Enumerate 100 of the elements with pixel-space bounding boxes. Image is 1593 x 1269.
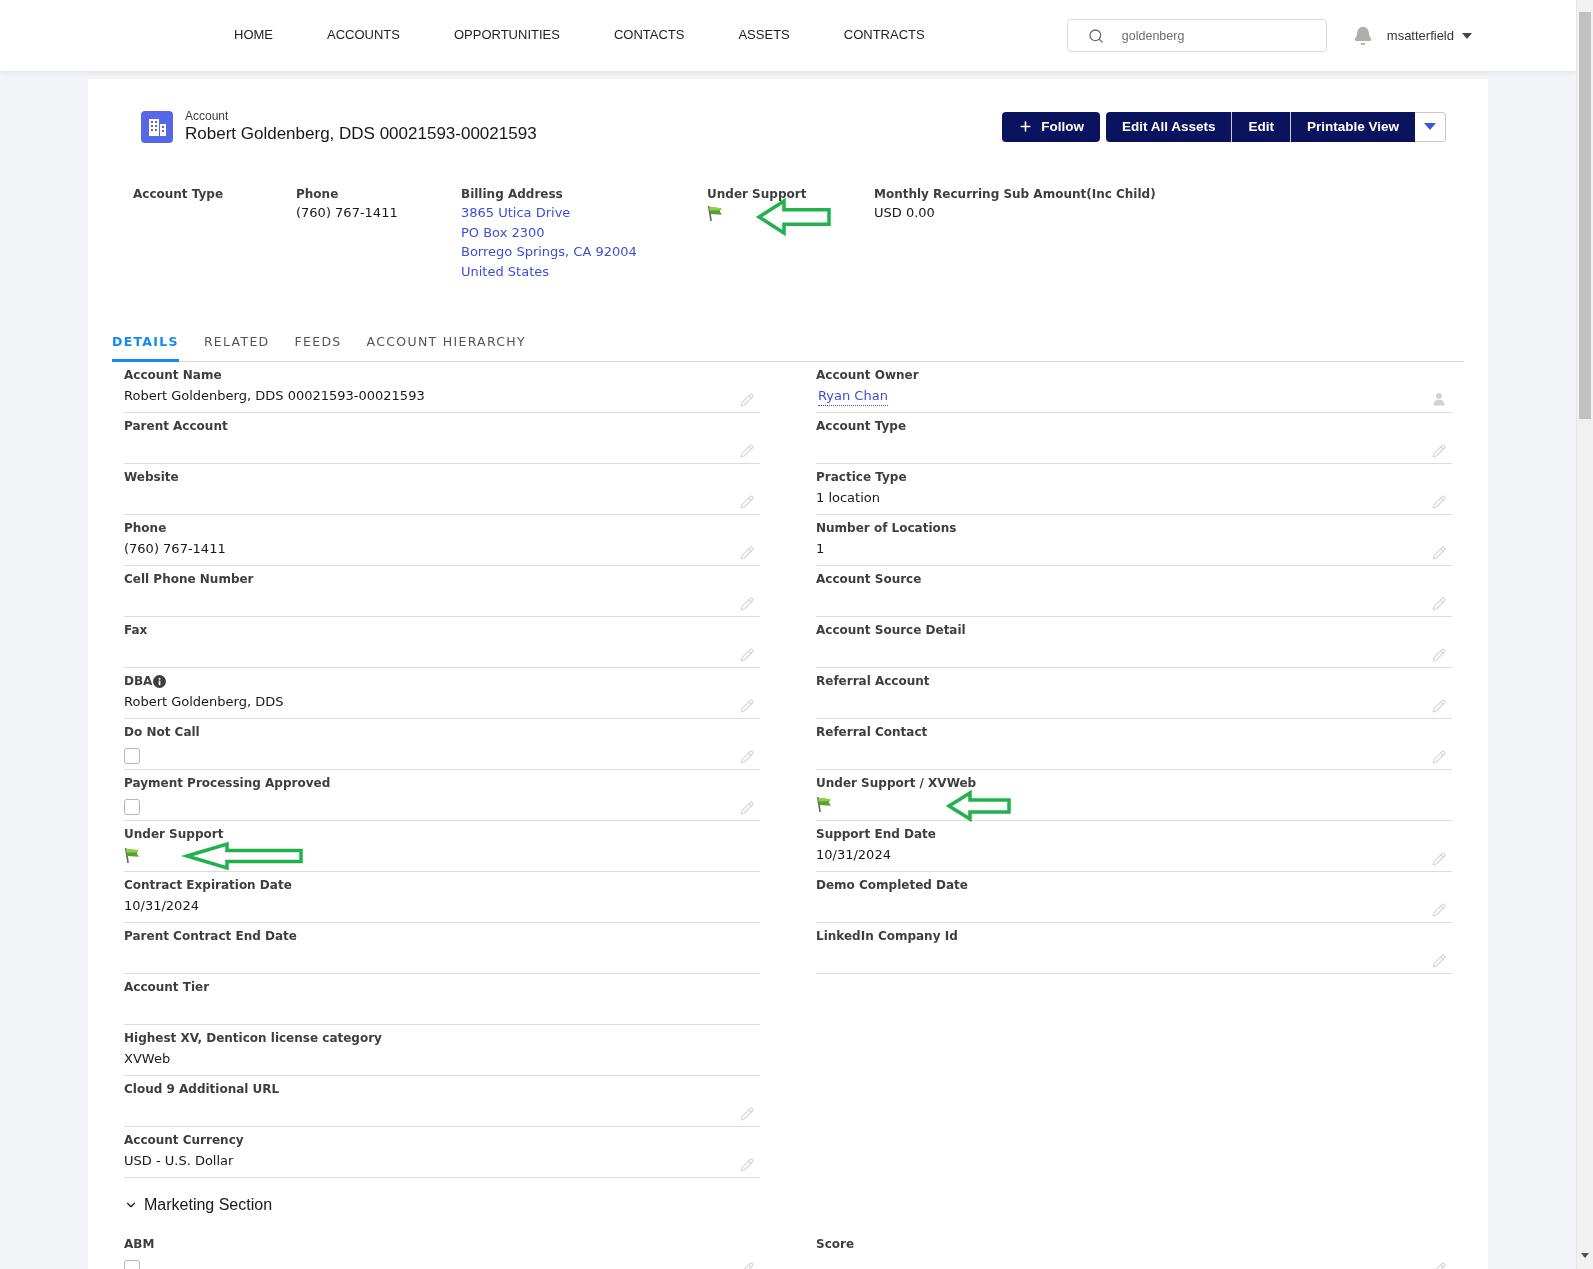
field-label: Practice Type: [816, 469, 907, 485]
field-label: LinkedIn Company Id: [816, 928, 958, 944]
nav-link[interactable]: CONTACTS: [613, 23, 685, 48]
pencil-icon[interactable]: [1432, 750, 1446, 764]
pencil-icon[interactable]: [1432, 648, 1446, 662]
nav-link[interactable]: CONTRACTS: [843, 23, 925, 48]
field-label: ABM: [124, 1236, 155, 1252]
pencil-icon[interactable]: [1432, 852, 1446, 866]
field-value: 10/31/2024: [816, 846, 891, 864]
field-label: Support End Date: [816, 826, 936, 842]
field-label: Account Source: [816, 571, 922, 587]
tab[interactable]: DETAILS: [112, 321, 179, 362]
nav-link[interactable]: HOME: [234, 23, 273, 48]
field-value: 10/31/2024: [124, 897, 199, 915]
info-icon[interactable]: [153, 674, 167, 688]
highlight-value: (760) 767-1411: [296, 204, 398, 222]
field-label: Demo Completed Date: [816, 877, 968, 893]
field-label: DBA: [124, 673, 153, 689]
more-actions-button[interactable]: [1415, 111, 1446, 142]
scrollbar[interactable]: [1576, 0, 1593, 1269]
record-title: Robert Goldenberg, DDS 00021593-00021593: [185, 123, 537, 144]
nav-link[interactable]: ASSETS: [738, 23, 790, 48]
address-link[interactable]: 3865 Utica Drive PO Box 2300 Borrego Springs, CA 92004 United States: [461, 203, 637, 281]
action-button[interactable]: Printable View: [1289, 111, 1415, 142]
highlight-label: Billing Address: [461, 186, 563, 203]
highlight-label: Under Support: [707, 186, 807, 203]
tab[interactable]: FEEDS: [294, 321, 342, 362]
field-label: Highest XV, Denticon license category: [124, 1030, 382, 1046]
section-header[interactable]: Marketing Section: [124, 1194, 273, 1216]
search-icon: [1087, 28, 1104, 44]
field-label: Account Tier: [124, 979, 210, 995]
record-type-label: Account: [185, 109, 230, 123]
pencil-icon[interactable]: [740, 495, 754, 509]
field-label: Cell Phone Number: [124, 571, 254, 587]
field-value: 1 location: [816, 489, 880, 507]
highlight-label: Account Type: [133, 186, 224, 203]
pencil-icon[interactable]: [740, 597, 754, 611]
field-label: Do Not Call: [124, 724, 200, 740]
field-label: Phone: [124, 520, 167, 536]
pencil-icon[interactable]: [1432, 597, 1446, 611]
highlight-label: Phone: [296, 186, 339, 203]
pencil-icon[interactable]: [1432, 699, 1446, 713]
field-value: Robert Goldenberg, DDS: [124, 693, 284, 711]
notification-bell-icon[interactable]: [1352, 25, 1373, 46]
field-label: Fax: [124, 622, 148, 638]
pencil-icon[interactable]: [740, 801, 754, 815]
pencil-icon[interactable]: [740, 393, 754, 407]
follow-button[interactable]: Follow: [1002, 111, 1100, 142]
scrollbar-thumb[interactable]: [1579, 12, 1591, 419]
caret-icon: [1462, 32, 1472, 39]
pencil-icon[interactable]: [740, 1158, 754, 1172]
field-label: Referral Account: [816, 673, 930, 689]
highlight-label: Monthly Recurring Sub Amount(Inc Child): [874, 186, 1156, 203]
nav-link[interactable]: OPPORTUNITIES: [453, 23, 560, 48]
field-label: Account Owner: [816, 367, 919, 383]
field-value: XVWeb: [124, 1050, 171, 1068]
checkbox[interactable]: [124, 748, 140, 764]
action-button[interactable]: Edit All Assets: [1105, 111, 1232, 142]
field-label: Parent Contract End Date: [124, 928, 297, 944]
pencil-icon[interactable]: [740, 648, 754, 662]
owner-link[interactable]: Ryan Chan: [818, 386, 888, 406]
pencil-icon[interactable]: [740, 444, 754, 458]
search-field[interactable]: goldenberg: [1066, 19, 1327, 52]
pencil-icon[interactable]: [1432, 495, 1446, 509]
person-icon[interactable]: [1433, 392, 1446, 406]
action-button[interactable]: Edit: [1231, 111, 1290, 142]
field-label: Cloud 9 Additional URL: [124, 1081, 280, 1097]
field-value: USD - U.S. Dollar: [124, 1152, 234, 1170]
field-label: Referral Contact: [816, 724, 928, 740]
field-label: Contract Expiration Date: [124, 877, 292, 893]
pencil-icon[interactable]: [740, 546, 754, 560]
nav-link[interactable]: ACCOUNTS: [327, 23, 400, 48]
pencil-icon[interactable]: [1432, 903, 1446, 917]
pencil-icon[interactable]: [740, 750, 754, 764]
field-label: Account Source Detail: [816, 622, 966, 638]
field-value: (760) 767-1411: [124, 540, 226, 558]
tab[interactable]: ACCOUNT HIERARCHY: [366, 321, 526, 362]
highlight-value: USD 0.00: [874, 204, 935, 222]
scroll-down-icon[interactable]: [1581, 1253, 1589, 1258]
pencil-icon[interactable]: [1432, 546, 1446, 560]
field-label: Parent Account: [124, 418, 228, 434]
field-label: Account Type: [816, 418, 907, 434]
pencil-icon[interactable]: [740, 699, 754, 713]
caret-icon: [1424, 123, 1436, 130]
field-value: Robert Goldenberg, DDS 00021593-00021593: [124, 387, 425, 405]
field-label: Payment Processing Approved: [124, 775, 331, 791]
field-value: 1: [816, 540, 825, 558]
pencil-icon[interactable]: [1432, 954, 1446, 968]
field-label: Under Support: [124, 826, 224, 842]
plus-icon: [1018, 119, 1034, 134]
checkbox[interactable]: [124, 799, 140, 815]
building-icon: [141, 110, 173, 143]
pencil-icon[interactable]: [740, 1107, 754, 1121]
tab[interactable]: RELATED: [203, 321, 270, 362]
field-label: Score: [816, 1236, 855, 1252]
pencil-icon[interactable]: [1432, 444, 1446, 458]
field-label: Under Support / XVWeb: [816, 775, 977, 791]
field-label: Account Name: [124, 367, 222, 383]
user-menu[interactable]: msatterfield: [1386, 28, 1472, 43]
field-label: Number of Locations: [816, 520, 957, 536]
